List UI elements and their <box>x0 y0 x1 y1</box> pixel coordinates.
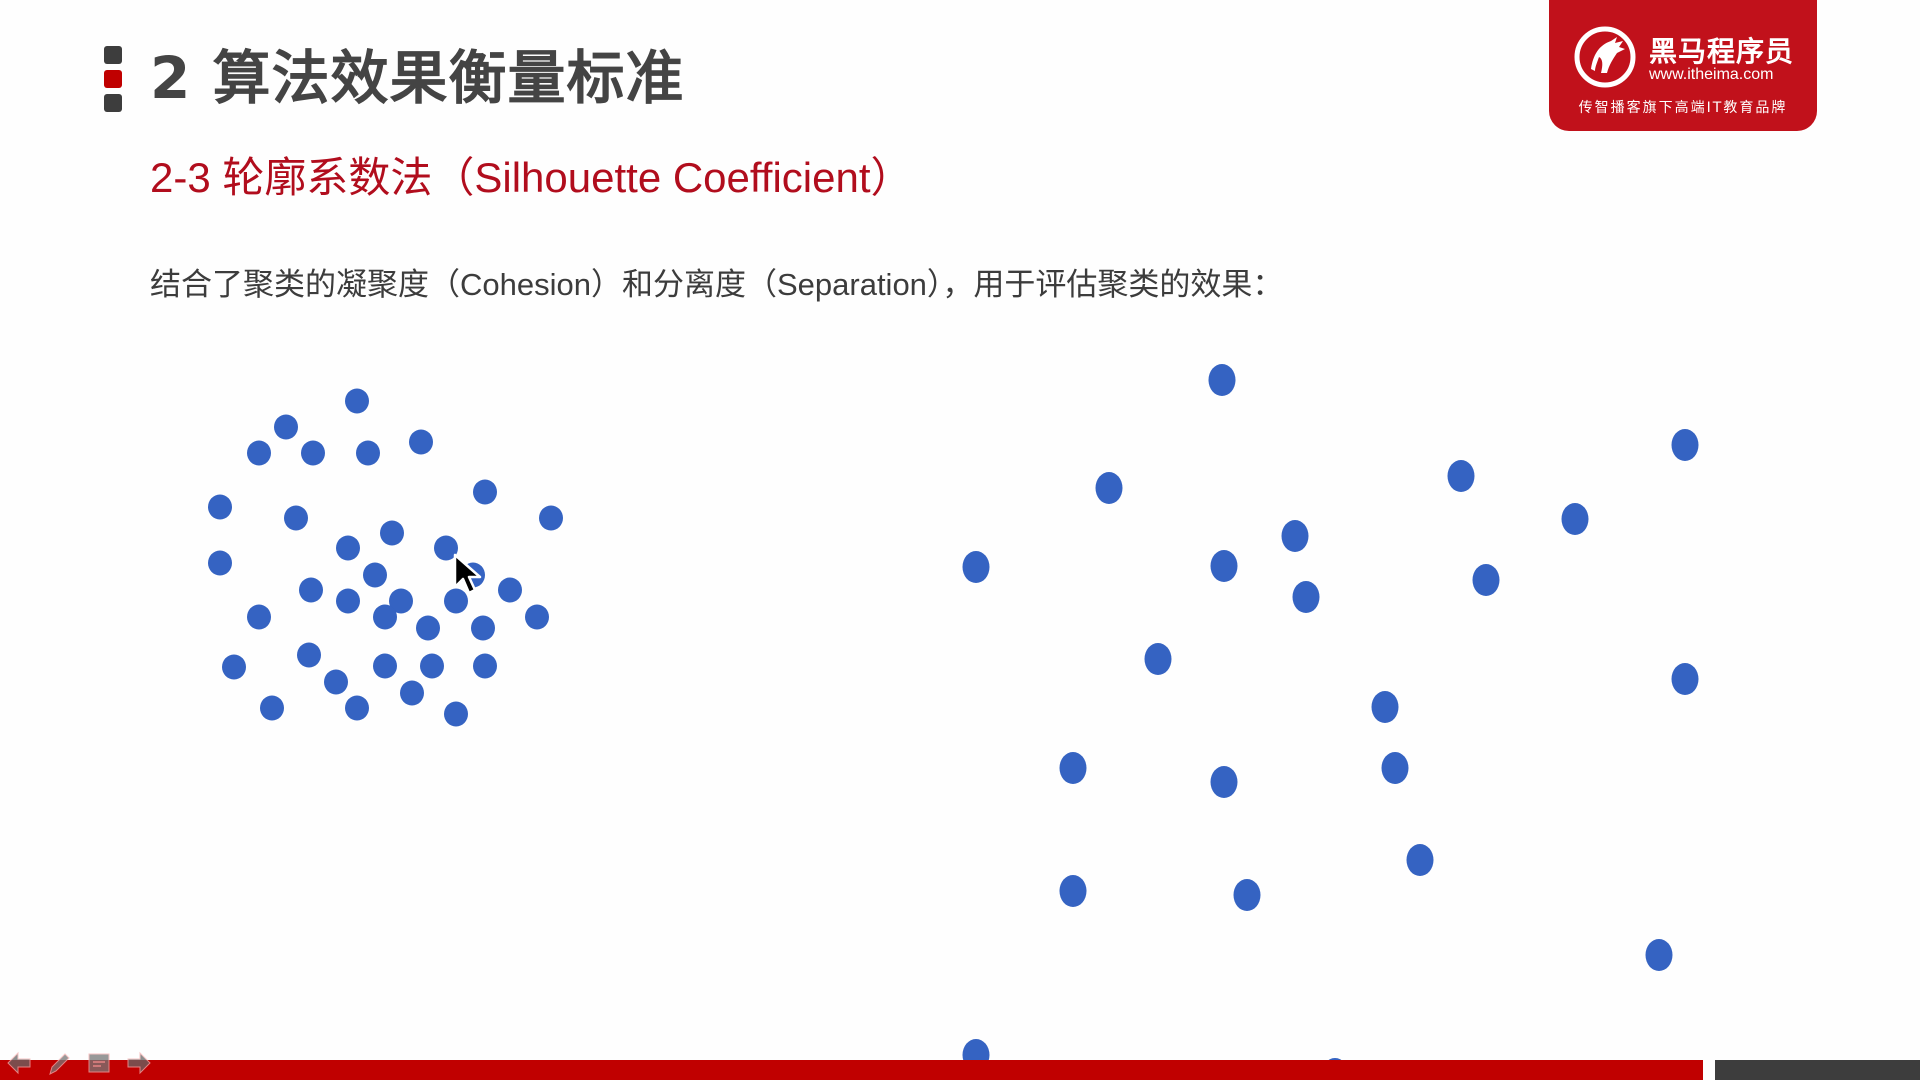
data-point <box>1645 939 1673 971</box>
cluster-dispersed <box>962 364 1699 1080</box>
title-decoration <box>104 46 122 112</box>
brand-url: www.itheima.com <box>1649 66 1774 83</box>
data-point <box>363 562 387 588</box>
data-point <box>420 653 444 679</box>
brand-slogan: 传智播客旗下高端IT教育品牌 <box>1578 100 1788 116</box>
brand-logo: 黑马程序员 www.itheima.com 传智播客旗下高端IT教育品牌 <box>1549 0 1817 131</box>
horse-head-icon <box>1574 26 1636 88</box>
data-point <box>284 505 308 531</box>
data-point <box>471 615 495 641</box>
data-point <box>389 588 413 614</box>
data-point <box>1671 429 1699 461</box>
data-point <box>1447 460 1475 492</box>
data-point <box>1406 844 1434 876</box>
data-point <box>473 479 497 505</box>
data-point <box>380 520 404 546</box>
cluster-compact <box>208 388 563 727</box>
page-title: 2 算法效果衡量标准 <box>150 44 685 112</box>
data-point <box>336 535 360 561</box>
data-point <box>324 669 348 695</box>
mouse-cursor-icon <box>453 553 482 595</box>
data-point <box>400 680 424 706</box>
data-point <box>1371 691 1399 723</box>
data-point <box>1381 752 1409 784</box>
data-point <box>208 550 232 576</box>
data-point <box>373 653 397 679</box>
data-point <box>247 604 271 630</box>
arrow-right-icon[interactable] <box>126 1050 152 1076</box>
data-point <box>260 695 284 721</box>
data-point <box>299 577 323 603</box>
data-point <box>345 695 369 721</box>
data-point <box>409 429 433 455</box>
data-point <box>1281 520 1309 552</box>
slide-navigation <box>6 1048 152 1078</box>
data-point <box>301 440 325 466</box>
data-point <box>1233 879 1261 911</box>
data-point <box>297 642 321 668</box>
footer-bar-dark <box>1715 1060 1920 1080</box>
data-point <box>1472 564 1500 596</box>
data-point <box>1144 643 1172 675</box>
menu-icon[interactable] <box>86 1050 112 1076</box>
data-point <box>1059 752 1087 784</box>
data-point <box>473 653 497 679</box>
title-block-red <box>104 70 122 88</box>
data-point <box>247 440 271 466</box>
data-point <box>208 494 232 520</box>
data-point <box>1671 663 1699 695</box>
data-point <box>356 440 380 466</box>
footer-bar-red <box>0 1060 1703 1080</box>
data-point <box>1210 766 1238 798</box>
section-subtitle: 2-3 轮廓系数法（Silhouette Coefficient） <box>150 154 913 201</box>
data-point <box>274 414 298 440</box>
data-point <box>222 654 246 680</box>
data-point <box>1210 550 1238 582</box>
body-text: 结合了聚类的凝聚度（Cohesion）和分离度（Separation），用于评估… <box>150 267 1284 302</box>
data-point <box>345 388 369 414</box>
data-point <box>1292 581 1320 613</box>
data-point <box>1561 503 1589 535</box>
data-point <box>1208 364 1236 396</box>
data-point <box>525 604 549 630</box>
arrow-left-icon[interactable] <box>6 1050 32 1076</box>
data-point <box>1059 875 1087 907</box>
data-point <box>336 588 360 614</box>
data-point <box>539 505 563 531</box>
data-point <box>962 551 990 583</box>
pen-icon[interactable] <box>46 1050 72 1076</box>
data-point <box>1095 472 1123 504</box>
title-block-dark <box>104 94 122 112</box>
title-block-dark <box>104 46 122 64</box>
data-point <box>498 577 522 603</box>
slide: 2 算法效果衡量标准 2-3 轮廓系数法（Silhouette Coeffici… <box>0 0 1920 1080</box>
data-point <box>444 701 468 727</box>
data-point <box>373 604 397 630</box>
brand-name: 黑马程序员 <box>1649 35 1795 68</box>
data-point <box>416 615 440 641</box>
